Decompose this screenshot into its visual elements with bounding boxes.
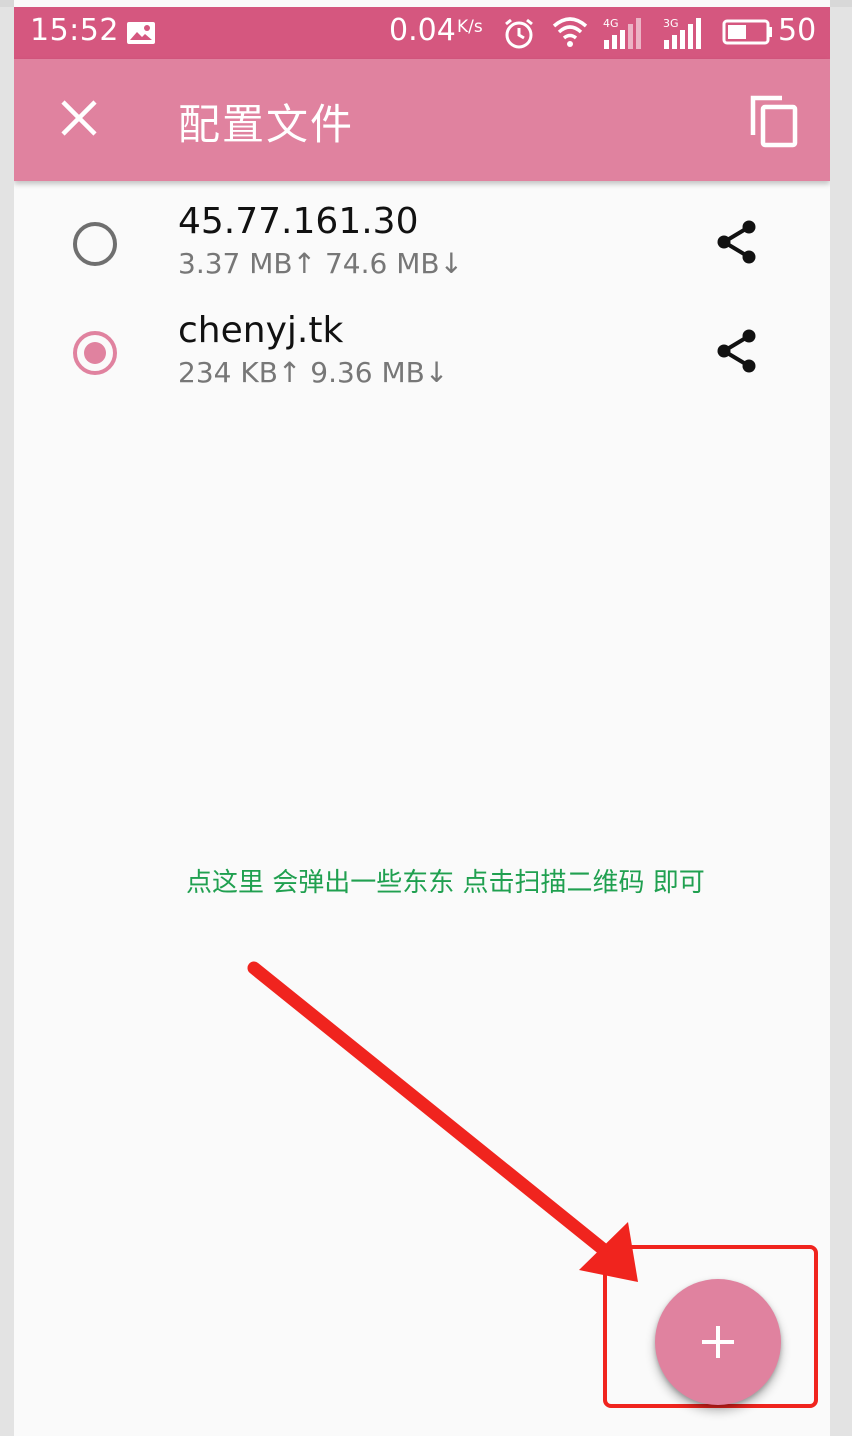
page-title: 配置文件 (178, 100, 355, 149)
add-button[interactable] (655, 1279, 781, 1405)
add-icon (702, 1326, 734, 1358)
annotation-arrow (247, 961, 638, 1282)
app-toolbar: 配置文件 (14, 59, 830, 181)
copy-button[interactable] (748, 93, 800, 149)
app-screen: 15:52 0.04 K/s 4G 3G 50 配置文件 45.77.161.3… (14, 0, 830, 1436)
copy-icon (750, 95, 798, 148)
close-icon (61, 100, 97, 136)
close-button[interactable] (58, 97, 100, 139)
